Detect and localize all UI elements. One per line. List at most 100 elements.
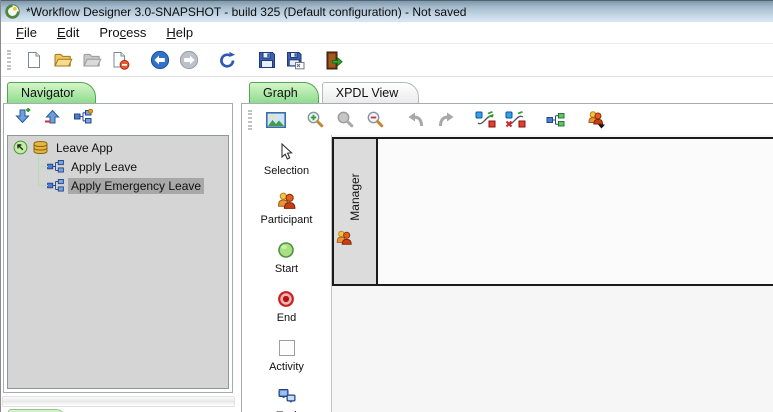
workflow-designer-window: *Workflow Designer 3.0-SNAPSHOT - build … — [0, 0, 773, 412]
zoom-out-icon — [367, 111, 384, 128]
save-icon — [258, 52, 275, 68]
toolbar-drag-handle[interactable] — [7, 50, 11, 70]
image-icon — [265, 111, 286, 128]
menu-help[interactable]: Help — [157, 23, 202, 42]
redo-disabled-icon — [438, 112, 453, 127]
back-button[interactable] — [147, 48, 172, 73]
close-document-icon — [113, 51, 130, 70]
palette-item-selection[interactable]: Selection — [264, 140, 309, 177]
participant-icon — [335, 229, 353, 251]
insert-point-button[interactable] — [473, 107, 498, 132]
menu-file[interactable]: File — [7, 23, 46, 42]
horizontal-splitter[interactable] — [2, 396, 235, 407]
zoom-in-button[interactable] — [303, 107, 328, 132]
tree-row-leave-app[interactable]: Leave App — [8, 138, 228, 157]
collapse-toggle-icon — [13, 140, 28, 155]
open-button[interactable] — [50, 48, 75, 73]
cursor-icon — [279, 140, 294, 163]
exit-icon — [326, 51, 343, 69]
save-button[interactable] — [254, 48, 279, 73]
remove-point-icon — [505, 111, 526, 128]
graph-canvas[interactable]: Manager — [332, 135, 773, 412]
palette-item-end[interactable]: End — [276, 287, 297, 324]
tree-connector-stub — [39, 185, 48, 186]
close-document-button[interactable] — [108, 48, 133, 73]
graph-panel: Selection Participant Start End Activity… — [241, 103, 773, 412]
palette-label: Activity — [269, 361, 304, 373]
undo-disabled-icon — [408, 112, 423, 127]
palette-item-tool[interactable]: Tool — [276, 385, 297, 412]
swimlane-label: Manager — [348, 173, 362, 221]
start-circle-icon — [277, 238, 295, 261]
insert-package-button[interactable] — [14, 107, 32, 130]
window-title: *Workflow Designer 3.0-SNAPSHOT - build … — [26, 4, 467, 19]
process-icon — [546, 112, 565, 126]
app-logo-icon — [5, 4, 20, 19]
palette-item-participant[interactable]: Participant — [260, 189, 313, 226]
new-process-icon — [74, 108, 93, 123]
new-document-button[interactable] — [21, 48, 46, 73]
participant-menu-icon — [588, 111, 605, 129]
remove-point-button[interactable] — [503, 107, 528, 132]
swimlane-body[interactable] — [378, 139, 773, 284]
tree-connector-line — [38, 154, 39, 186]
reload-icon — [220, 51, 235, 68]
graph-region: Graph XPDL View Selection Participant St… — [241, 78, 773, 412]
palette-label: Start — [274, 263, 299, 275]
palette-label: End — [276, 312, 297, 324]
graph-body: Selection Participant Start End Activity… — [242, 135, 773, 412]
forward-button — [176, 48, 201, 73]
remove-package-button[interactable] — [44, 107, 62, 130]
main-toolbar — [1, 44, 773, 77]
tab-xpdl-view[interactable]: XPDL View — [321, 82, 420, 103]
menu-process[interactable]: Process — [90, 23, 155, 42]
remove-package-icon — [45, 109, 60, 124]
tree-label-leave-app: Leave App — [56, 140, 113, 155]
new-process-button[interactable] — [74, 108, 93, 129]
insert-package-icon — [15, 108, 31, 124]
palette-item-start[interactable]: Start — [275, 238, 298, 275]
tab-graph-label: Graph — [263, 86, 298, 100]
tree-connector-stub — [39, 166, 48, 167]
title-bar[interactable]: *Workflow Designer 3.0-SNAPSHOT - build … — [1, 0, 773, 22]
exit-button[interactable] — [322, 48, 347, 73]
save-as-image-button[interactable] — [263, 107, 288, 132]
palette-label: Participant — [260, 214, 313, 226]
package-icon — [33, 140, 48, 155]
tool-monitors-icon — [277, 385, 297, 408]
content-area: Navigator Leave App Apply Leave Apply Em… — [1, 78, 773, 412]
zoom-out-button[interactable] — [363, 107, 388, 132]
graph-tabs: Graph XPDL View — [249, 82, 420, 103]
navigator-tree: Leave App Apply Leave Apply Emergency Le… — [7, 135, 229, 389]
process-view-button[interactable] — [543, 107, 568, 132]
new-document-icon — [27, 52, 40, 68]
open-disabled-button — [79, 48, 104, 73]
menu-edit[interactable]: Edit — [48, 23, 88, 42]
tab-xpdl-view-label: XPDL View — [335, 86, 399, 100]
save-as-button[interactable] — [283, 48, 308, 73]
activity-square-icon — [278, 336, 296, 359]
palette-item-activity[interactable]: Activity — [269, 336, 304, 373]
process-icon — [47, 160, 64, 173]
actual-size-disabled-icon — [337, 111, 354, 128]
redo-button — [433, 107, 458, 132]
insert-point-icon — [475, 111, 496, 128]
navigator-region: Navigator Leave App Apply Leave Apply Em… — [1, 78, 237, 412]
process-icon — [47, 179, 64, 192]
tab-navigator[interactable]: Navigator — [7, 82, 96, 103]
swimlane-header[interactable]: Manager — [334, 139, 378, 284]
graph-toolbar — [242, 104, 773, 135]
tree-label-apply-leave: Apply Leave — [71, 159, 138, 174]
tab-navigator-label: Navigator — [21, 86, 75, 100]
forward-disabled-icon — [179, 50, 198, 70]
reload-button[interactable] — [215, 48, 240, 73]
palette-label: Selection — [263, 165, 310, 177]
tool-palette: Selection Participant Start End Activity — [242, 135, 332, 412]
toolbar-drag-handle[interactable] — [248, 109, 252, 130]
participant-menu-button[interactable] — [583, 107, 608, 132]
navigator-panel: Leave App Apply Leave Apply Emergency Le… — [3, 103, 233, 393]
tab-graph[interactable]: Graph — [249, 82, 319, 103]
actual-size-button — [333, 107, 358, 132]
back-icon — [150, 50, 169, 70]
swimlane-manager[interactable]: Manager — [332, 137, 773, 286]
